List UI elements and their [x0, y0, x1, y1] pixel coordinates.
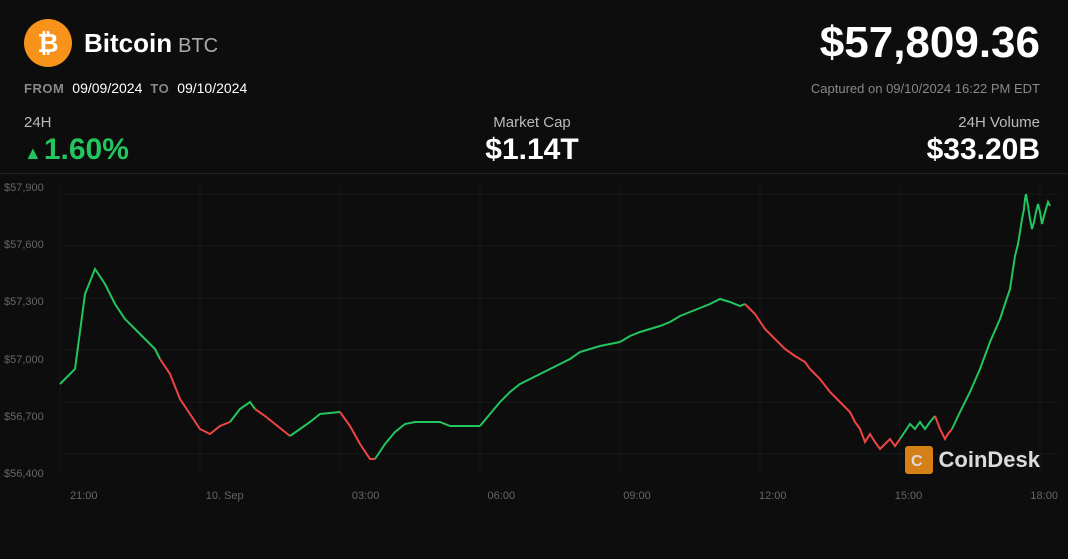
x-label-03: 03:00	[352, 490, 380, 502]
from-label: FROM	[24, 81, 64, 96]
x-axis-labels: 21:00 10. Sep 03:00 06:00 09:00 12:00 15…	[60, 490, 1068, 502]
logo-area: ₿ Bitcoin BTC	[24, 19, 218, 67]
coindesk-brand-text: CoinDesk	[939, 447, 1040, 473]
x-label-09: 09:00	[623, 490, 651, 502]
x-label-06: 06:00	[488, 490, 516, 502]
volume-label: 24H Volume	[701, 114, 1040, 131]
change-label: 24H	[24, 114, 363, 131]
market-cap-value: $1.14T	[363, 133, 702, 167]
date-row: FROM 09/09/2024 TO 09/10/2024 Captured o…	[0, 78, 1068, 106]
chart-area: $57,900 $57,600 $57,300 $57,000 $56,700 …	[0, 174, 1068, 504]
svg-text:C: C	[911, 453, 923, 470]
captured-text: Captured on 09/10/2024 16:22 PM EDT	[811, 81, 1040, 96]
x-label-18: 18:00	[1030, 490, 1058, 502]
price-area: $57,809.36	[820, 18, 1040, 68]
change-value: ▲1.60%	[24, 133, 363, 167]
market-cap-block: Market Cap $1.14T	[363, 114, 702, 167]
x-label-12: 12:00	[759, 490, 787, 502]
x-label-sep10: 10. Sep	[206, 490, 244, 502]
date-range: FROM 09/09/2024 TO 09/10/2024	[24, 80, 247, 96]
coindesk-logo-icon: C	[905, 446, 933, 474]
header: ₿ Bitcoin BTC $57,809.36	[0, 0, 1068, 78]
to-label: TO	[150, 81, 169, 96]
stats-row: 24H ▲1.60% Market Cap $1.14T 24H Volume …	[0, 106, 1068, 174]
volume-block: 24H Volume $33.20B	[701, 114, 1040, 167]
up-arrow-icon: ▲	[24, 143, 42, 163]
market-cap-label: Market Cap	[363, 114, 702, 131]
x-label-15: 15:00	[895, 490, 923, 502]
coindesk-watermark: C CoinDesk	[905, 446, 1040, 474]
to-date: 09/10/2024	[177, 80, 247, 96]
main-price: $57,809.36	[820, 18, 1040, 68]
coin-name: Bitcoin	[84, 28, 172, 58]
coin-ticker: BTC	[178, 35, 218, 57]
x-label-21: 21:00	[70, 490, 98, 502]
volume-value: $33.20B	[701, 133, 1040, 167]
coin-info: Bitcoin BTC	[84, 28, 218, 59]
24h-change-block: 24H ▲1.60%	[24, 114, 363, 167]
bitcoin-logo-icon: ₿	[24, 19, 72, 67]
from-date: 09/09/2024	[72, 80, 142, 96]
